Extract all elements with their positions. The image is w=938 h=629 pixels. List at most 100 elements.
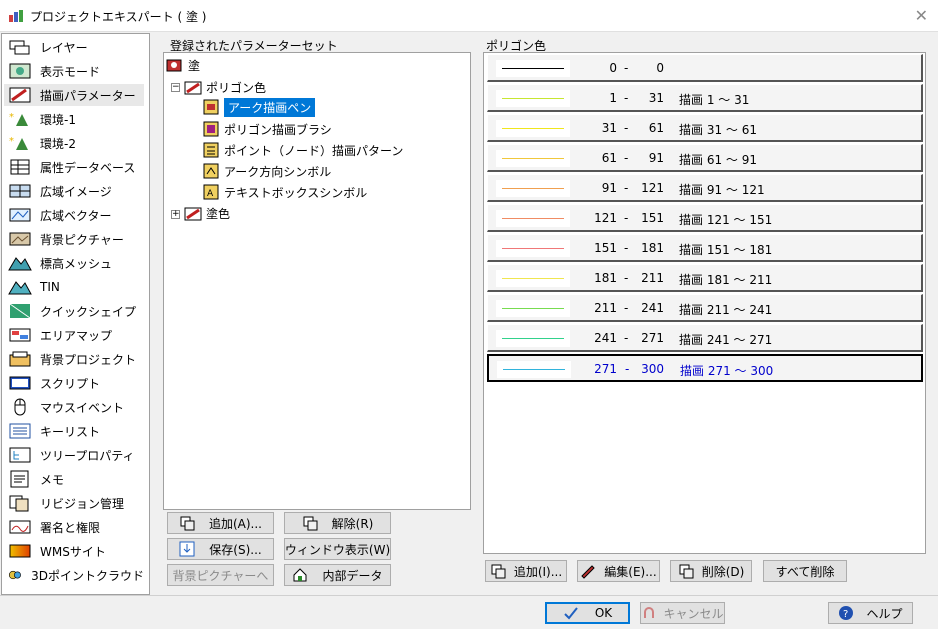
sidebar-item-wide-vector[interactable]: 広域ベクター	[4, 204, 144, 226]
sidebar-item-label: クイックシェイプ	[40, 304, 137, 319]
list-item[interactable]: 61 - 91 描画 61 ～ 91	[487, 144, 923, 172]
edit-icon	[581, 565, 596, 579]
sidebar-item-3d-point-cloud[interactable]: 3Dポイントクラウド	[4, 564, 144, 586]
sidebar-item-tree-property[interactable]: ツリープロパティ	[4, 444, 144, 466]
button-label: OK	[594, 606, 613, 620]
sidebar-item-area-map[interactable]: エリアマップ	[4, 324, 144, 346]
polygon-brush-icon	[203, 121, 219, 137]
help-button[interactable]: ? ヘルプ	[828, 602, 913, 624]
sidebar-item-label: 表示モード	[40, 64, 101, 79]
footer-bar: OK キャンセル ? ヘルプ	[0, 595, 938, 629]
list-item[interactable]: 91 - 121 描画 91 ～ 121	[487, 174, 923, 202]
delete-all-button[interactable]: すべて削除	[763, 560, 847, 582]
list-item[interactable]: 151 - 181 描画 151 ～ 181	[487, 234, 923, 262]
sidebar-item-elevation-mesh[interactable]: 標高メッシュ	[4, 252, 144, 274]
range-dash: -	[624, 301, 629, 315]
sidebar-item-attr-db[interactable]: 属性データベース	[4, 156, 144, 178]
script-icon	[9, 376, 31, 390]
sidebar-item-label: 環境-1	[40, 112, 76, 127]
window-title: プロジェクトエキスパート ( 塗 )	[30, 10, 207, 24]
cancel-button[interactable]: キャンセル	[640, 602, 725, 624]
collapse-icon[interactable]: −	[171, 83, 180, 92]
list-item[interactable]: 31 - 61 描画 31 ～ 61	[487, 114, 923, 142]
internal-data-button[interactable]: 内部データ	[284, 564, 391, 586]
delete-color-button[interactable]: 削除(D)	[670, 560, 752, 582]
wms-icon	[9, 544, 31, 558]
color-swatch	[496, 120, 570, 137]
sidebar-item-layer[interactable]: レイヤー	[4, 36, 144, 58]
range-to: 241	[641, 301, 664, 315]
bg-project-icon	[9, 351, 31, 367]
close-icon[interactable]: ✕	[915, 6, 928, 25]
release-icon	[303, 516, 318, 531]
sidebar-item-bg-picture[interactable]: 背景ピクチャー	[4, 228, 144, 250]
sidebar-item-label: 属性データベース	[40, 160, 136, 175]
tree-node-label: アーク方向シンボル	[224, 164, 332, 179]
button-label: ウィンドウ表示(W)	[284, 542, 391, 557]
sidebar-item-label: 背景ピクチャー	[40, 232, 124, 247]
list-item-selected[interactable]: 271 - 300 描画 271 ～ 300	[487, 354, 923, 382]
sidebar-item-wms[interactable]: WMSサイト	[4, 540, 144, 562]
color-swatch	[496, 270, 570, 287]
sidebar-item-tin[interactable]: TIN	[4, 276, 144, 298]
tree-node-polygon-brush[interactable]: ポリゴン描画ブラシ	[202, 119, 332, 139]
range-dash: -	[624, 61, 629, 75]
list-item[interactable]: 121 - 151 描画 121 ～ 151	[487, 204, 923, 232]
add-icon	[491, 564, 506, 579]
sidebar-item-env1[interactable]: * 環境-1	[4, 108, 144, 130]
tree-node-label: ポリゴン描画ブラシ	[224, 122, 332, 137]
tree-node-root[interactable]: 塗	[166, 55, 200, 75]
ok-button[interactable]: OK	[545, 602, 630, 624]
sidebar-item-label: マウスイベント	[40, 400, 125, 415]
range-to: 121	[641, 181, 664, 195]
release-button[interactable]: 解除(R)	[284, 512, 391, 534]
row-description: 描画 61 ～ 91	[679, 153, 757, 167]
layer-icon	[9, 40, 30, 55]
color-swatch	[496, 180, 570, 197]
sidebar-item-bg-project[interactable]: 背景プロジェクト	[4, 348, 144, 370]
range-from: 1	[609, 91, 617, 105]
sidebar-item-wide-image[interactable]: 広域イメージ	[4, 180, 144, 202]
sidebar-item-script[interactable]: スクリプト	[4, 372, 144, 394]
list-item[interactable]: 241 - 271 描画 241 ～ 271	[487, 324, 923, 352]
tree-node-textbox-symbol[interactable]: A テキストボックスシンボル	[202, 182, 367, 202]
polygon-color-list: 0 - 0 1 - 31 描画 1 ～ 31 31 - 61 描画 31 ～ 6…	[483, 52, 926, 554]
range-from: 181	[594, 271, 617, 285]
sidebar-item-key-list[interactable]: キーリスト	[4, 420, 144, 442]
sidebar-item-signature[interactable]: 署名と権限	[4, 516, 144, 538]
bg-picture-button[interactable]: 背景ピクチャーへ	[167, 564, 274, 586]
color-line	[502, 188, 564, 189]
sidebar-item-label: レイヤー	[40, 40, 88, 55]
sidebar-item-revision[interactable]: リビジョン管理	[4, 492, 144, 514]
tree-node-fill-color[interactable]: 塗色	[184, 203, 230, 223]
tree-node-polygon-color[interactable]: ポリゴン色	[184, 77, 266, 97]
window-display-button[interactable]: ウィンドウ表示(W)	[284, 538, 391, 560]
tree-node-arc-symbol[interactable]: アーク方向シンボル	[202, 161, 331, 181]
list-item[interactable]: 211 - 241 描画 211 ～ 241	[487, 294, 923, 322]
sidebar-item-mouse-event[interactable]: マウスイベント	[4, 396, 144, 418]
row-description: 描画 181 ～ 211	[679, 273, 773, 287]
range-from: 241	[594, 331, 617, 345]
range-from: 61	[601, 151, 617, 165]
sidebar-item-display-mode[interactable]: 表示モード	[4, 60, 144, 82]
tree-node-arc-pen[interactable]: アーク描画ペン	[202, 97, 316, 117]
list-item[interactable]: 0 - 0	[487, 54, 923, 82]
sidebar-item-draw-params[interactable]: 描画パラメーター	[4, 84, 144, 106]
edit-color-button[interactable]: 編集(E)...	[577, 560, 660, 582]
tree-node-point-pattern[interactable]: ポイント（ノード）描画パターン	[202, 140, 403, 160]
sidebar-item-quick-shape[interactable]: クイックシェイプ	[4, 300, 144, 322]
range-from: 211	[594, 301, 617, 315]
add-color-button[interactable]: 追加(I)...	[485, 560, 567, 582]
save-button[interactable]: 保存(S)...	[167, 538, 274, 560]
add-param-button[interactable]: 追加(A)...	[167, 512, 274, 534]
button-label: 追加(I)...	[513, 564, 563, 579]
sidebar-item-env2[interactable]: * 環境-2	[4, 132, 144, 154]
sidebar-item-label: WMSサイト	[40, 544, 106, 559]
range-to: 0	[656, 61, 664, 75]
row-description: 描画 31 ～ 61	[679, 123, 757, 137]
color-line	[502, 128, 564, 129]
expand-icon[interactable]: +	[171, 210, 180, 219]
list-item[interactable]: 181 - 211 描画 181 ～ 211	[487, 264, 923, 292]
list-item[interactable]: 1 - 31 描画 1 ～ 31	[487, 84, 923, 112]
sidebar-item-memo[interactable]: メモ	[4, 468, 144, 490]
